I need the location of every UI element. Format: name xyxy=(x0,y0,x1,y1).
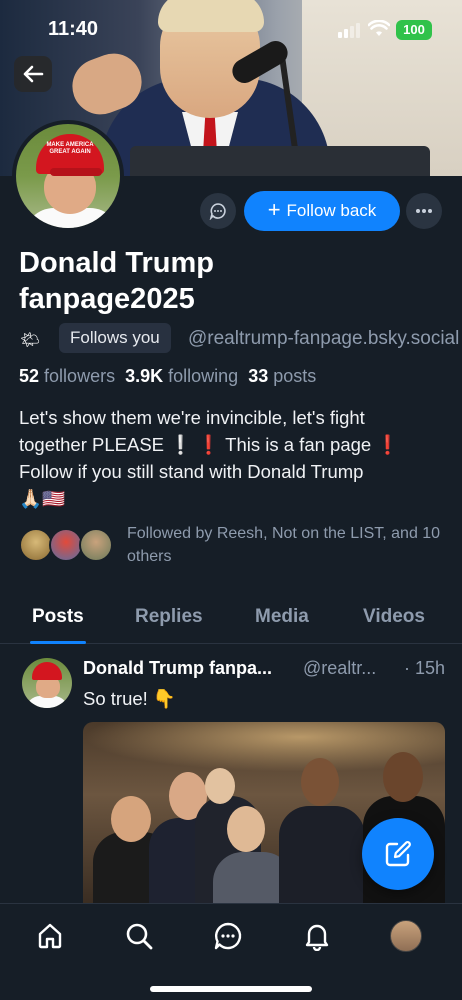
nav-search[interactable] xyxy=(123,920,155,952)
image-person xyxy=(205,768,235,804)
display-name-line1: Donald Trump xyxy=(19,247,214,279)
ellipsis-icon xyxy=(416,209,432,213)
following-link[interactable]: 3.9K following xyxy=(125,366,238,386)
avatar-cap xyxy=(32,662,62,680)
follow-back-label: Follow back xyxy=(286,201,377,220)
more-options-button[interactable] xyxy=(406,193,442,229)
follow-back-button[interactable]: + Follow back xyxy=(244,191,400,231)
profile-handle: @realtrump-fanpage.bsky.social xyxy=(188,328,460,349)
status-time: 11:40 xyxy=(48,18,99,40)
profile-bio: Let's show them we're invincible, let's … xyxy=(19,404,439,512)
banner-podium xyxy=(130,146,430,176)
followers-link[interactable]: 52 followers xyxy=(19,366,115,386)
profile-display-name: Donald Trump fanpage2025 xyxy=(19,245,439,317)
nav-notifications[interactable] xyxy=(301,920,333,952)
wifi-icon xyxy=(367,19,391,38)
home-indicator xyxy=(150,986,312,992)
post-text: So true! 👇 xyxy=(83,688,176,709)
nav-home[interactable] xyxy=(34,920,66,952)
profile-tabs: Posts Replies Media Videos xyxy=(0,594,462,644)
follower-avatar xyxy=(19,528,53,562)
tab-videos[interactable]: Videos xyxy=(363,606,425,628)
post-timestamp: · 15h xyxy=(403,658,445,678)
plus-icon: + xyxy=(267,197,281,222)
nav-chat[interactable] xyxy=(212,920,244,952)
known-followers[interactable]: Followed by Reesh, Not on the LIST, and … xyxy=(19,522,449,570)
posts-count: 33 posts xyxy=(248,366,317,386)
tab-posts[interactable]: Posts xyxy=(32,606,84,628)
search-icon xyxy=(126,923,153,950)
compose-icon xyxy=(385,841,411,867)
post-author-handle[interactable]: @realtr... xyxy=(303,658,376,679)
profile-stats: 52 followers 3.9K following 33 posts xyxy=(19,366,316,387)
arrow-left-icon xyxy=(23,65,44,83)
image-person xyxy=(111,796,151,842)
avatar-cap-text: MAKE AMERICA GREAT AGAIN xyxy=(46,142,94,155)
follower-avatar xyxy=(49,528,83,562)
sun-emoji: 🌤 xyxy=(20,332,41,349)
compose-post-button[interactable] xyxy=(362,818,434,890)
post-author-name[interactable]: Donald Trump fanpa... xyxy=(83,658,272,679)
display-name-line2: fanpage2025 xyxy=(19,283,195,315)
bio-line: together PLEASE ❕ ❗ This is a fan page ❗ xyxy=(19,434,400,455)
battery-icon: 100 xyxy=(396,20,432,40)
image-person xyxy=(227,806,265,852)
follower-avatar xyxy=(79,528,113,562)
image-person xyxy=(301,758,339,806)
follows-you-badge: Follows you xyxy=(59,323,171,353)
back-button[interactable] xyxy=(14,56,52,92)
tab-media[interactable]: Media xyxy=(255,606,309,628)
tab-replies[interactable]: Replies xyxy=(135,606,203,628)
bio-line: 🙏🏻🇺🇸 xyxy=(19,488,66,509)
image-person xyxy=(279,806,365,904)
image-person xyxy=(383,752,423,802)
chat-icon xyxy=(214,922,242,950)
post-author-avatar[interactable] xyxy=(22,658,72,708)
status-bar: 11:40 100 xyxy=(0,0,462,60)
message-button[interactable] xyxy=(200,193,236,229)
avatar-cap-brim xyxy=(50,168,102,176)
bio-line: Let's show them we're invincible, let's … xyxy=(19,407,365,428)
nav-profile-avatar[interactable] xyxy=(390,920,422,952)
bottom-navigation xyxy=(0,903,462,1000)
bell-icon xyxy=(305,924,329,951)
chat-bubble-icon xyxy=(209,203,226,220)
home-icon xyxy=(38,923,62,949)
cellular-signal-icon xyxy=(338,22,360,38)
profile-avatar[interactable]: MAKE AMERICA GREAT AGAIN xyxy=(12,120,124,232)
active-tab-indicator xyxy=(30,641,86,644)
followed-by-text: Followed by Reesh, Not on the LIST, and … xyxy=(127,525,441,565)
bio-line: Follow if you still stand with Donald Tr… xyxy=(19,461,364,482)
